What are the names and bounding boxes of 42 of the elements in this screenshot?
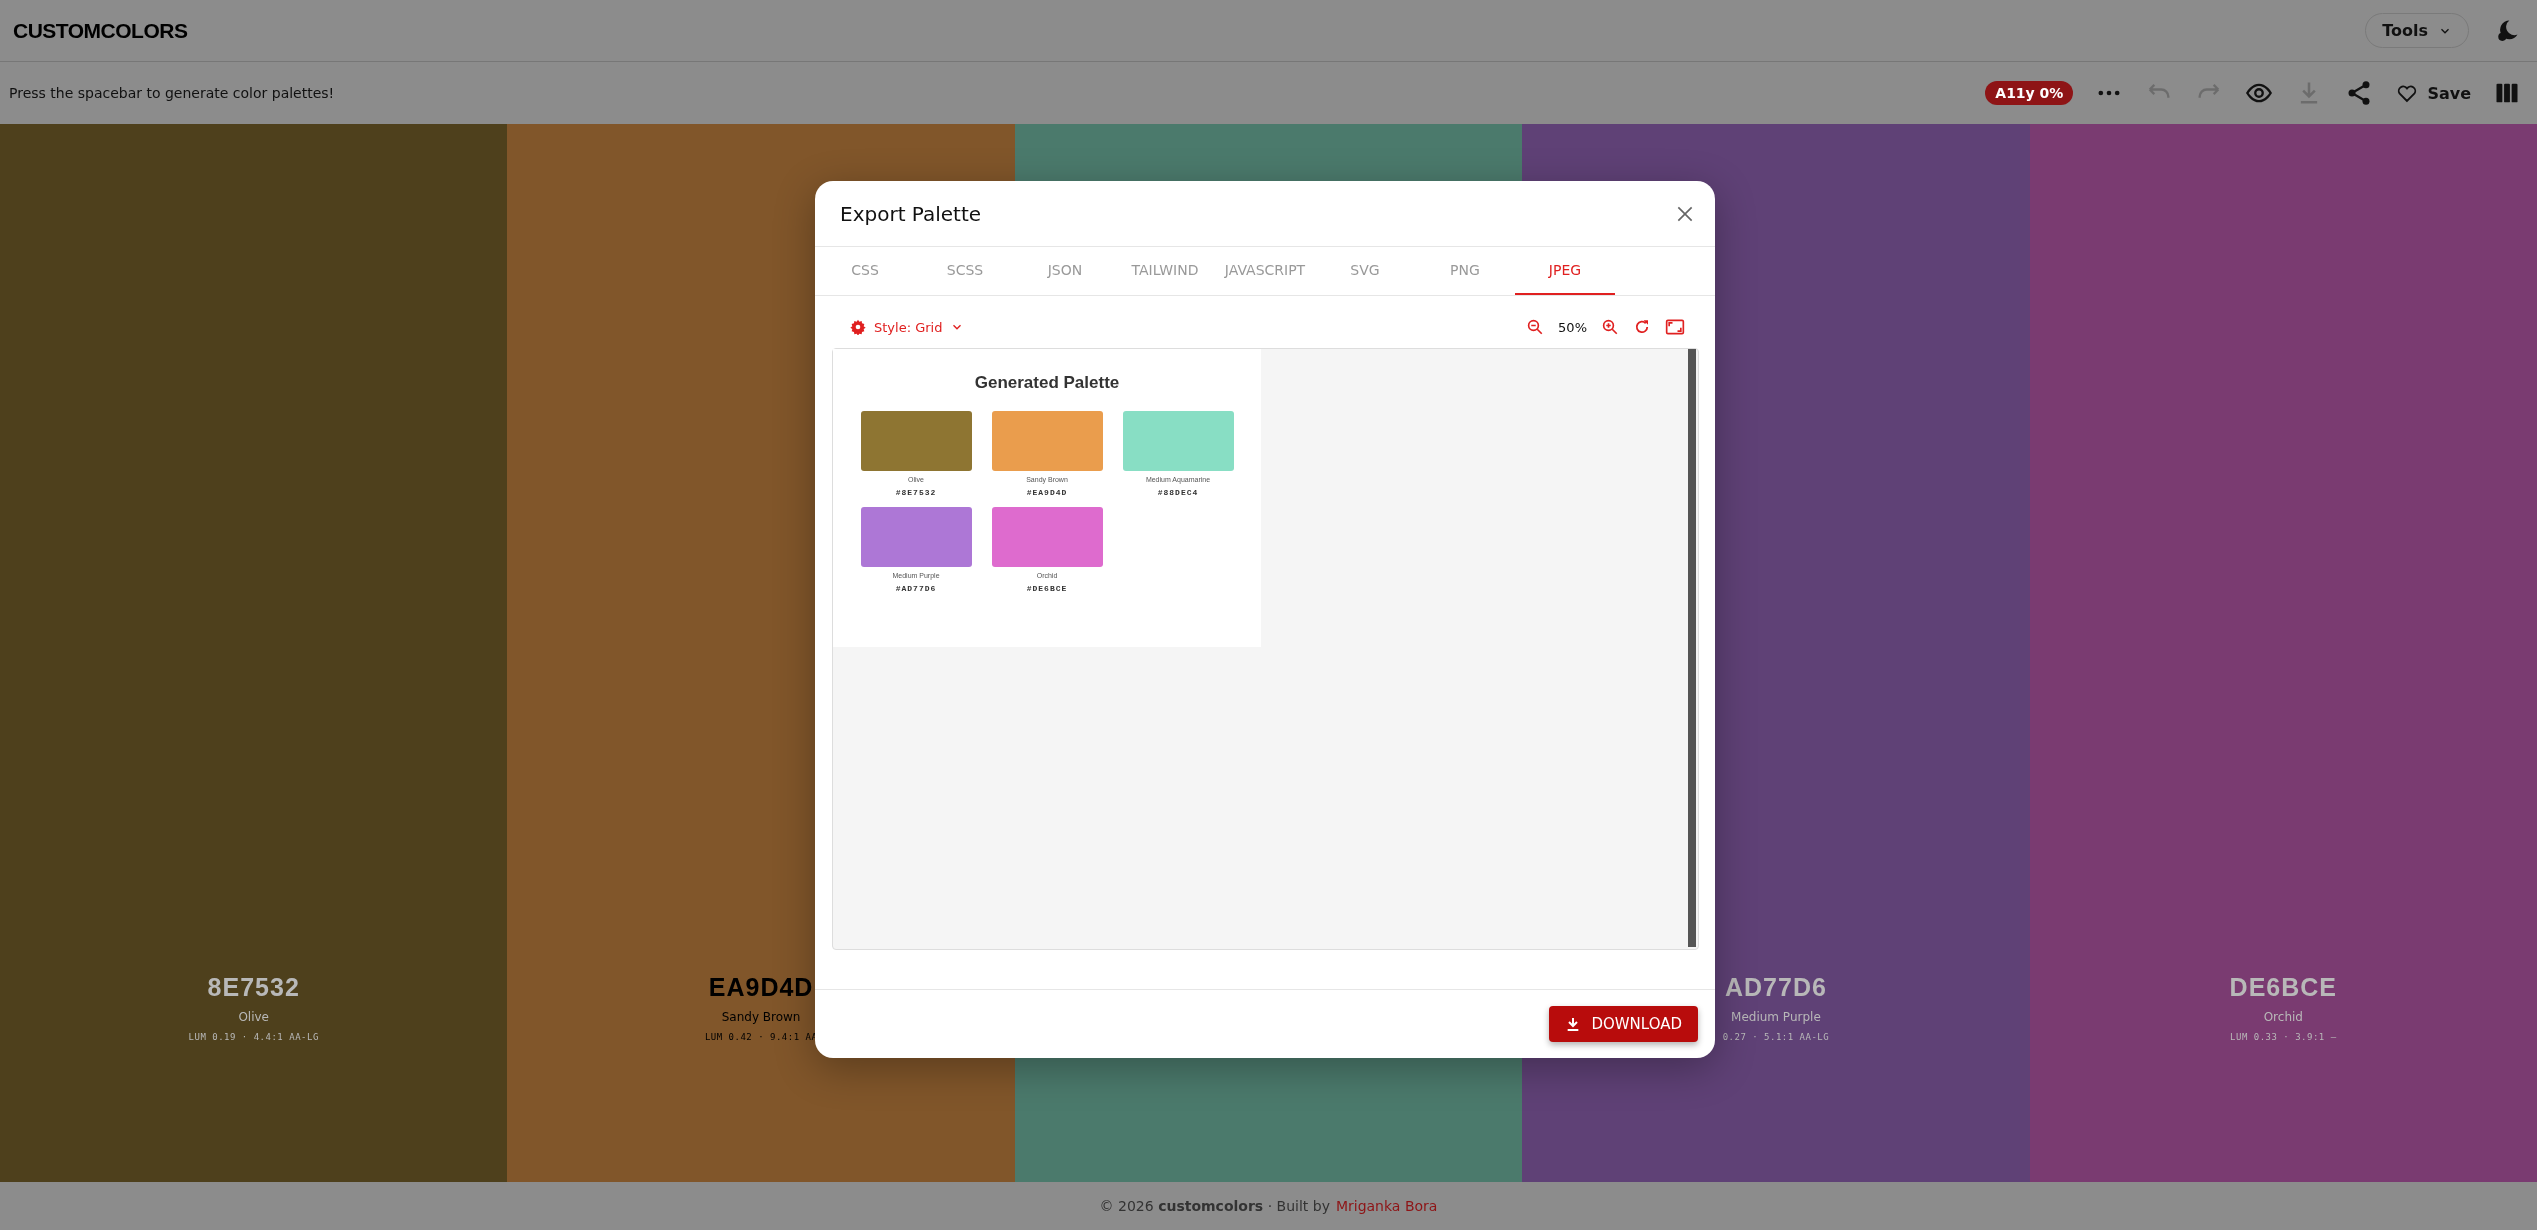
format-tab[interactable]: JAVASCRIPT bbox=[1215, 247, 1315, 295]
hex-code: DE6BCE bbox=[2229, 973, 2338, 1002]
hex-code: AD77D6 bbox=[1724, 973, 1827, 1002]
swatch-hex: #DE6BCE bbox=[1026, 584, 1068, 593]
color-column[interactable]: DE6BCE Orchid LUM 0.33 · 3.9:1 — bbox=[2029, 124, 2537, 1182]
swatch-hex: #AD77D6 bbox=[895, 584, 937, 593]
fit-screen-icon[interactable] bbox=[1665, 318, 1685, 336]
format-tab[interactable]: CSS bbox=[815, 247, 915, 295]
footer-text: © 2026 customcolors · Built by bbox=[1099, 1198, 1330, 1214]
scrollbar[interactable] bbox=[1688, 349, 1696, 947]
hex-code: 8E7532 bbox=[207, 973, 300, 1002]
format-tab[interactable]: SCSS bbox=[915, 247, 1015, 295]
hex-code: EA9D4D bbox=[708, 973, 814, 1002]
contrast-stats: 0.27 · 5.1:1 AA-LG bbox=[1722, 1032, 1830, 1042]
contrast-stats: LUM 0.19 · 4.4:1 AA-LG bbox=[188, 1032, 319, 1042]
format-tab[interactable]: JSON bbox=[1015, 247, 1115, 295]
save-button[interactable]: Save bbox=[2395, 81, 2471, 105]
author-link[interactable]: Mriganka Bora bbox=[1335, 1198, 1438, 1214]
swatch-hex: #88DEC4 bbox=[1157, 488, 1199, 497]
accessibility-badge[interactable]: A11y 0% bbox=[1985, 81, 2074, 105]
format-tab[interactable]: JPEG bbox=[1515, 247, 1615, 295]
contrast-stats: LUM 0.33 · 3.9:1 — bbox=[2230, 1032, 2337, 1042]
zoom-out-icon[interactable] bbox=[1526, 318, 1545, 336]
logo[interactable]: CUSTOMCOLORS bbox=[13, 18, 188, 43]
swatch-hex: #EA9D4D bbox=[1026, 488, 1068, 497]
format-tab[interactable]: SVG bbox=[1315, 247, 1415, 295]
color-name: Medium Purple bbox=[1731, 1010, 1821, 1024]
zoom-level: 50% bbox=[1558, 319, 1587, 335]
zoom-in-icon[interactable] bbox=[1601, 318, 1619, 336]
color-name: Olive bbox=[238, 1010, 269, 1024]
download-button[interactable]: DOWNLOAD bbox=[1549, 1006, 1698, 1042]
color-name: Sandy Brown bbox=[721, 1010, 801, 1024]
format-tab[interactable]: TAILWIND bbox=[1115, 247, 1215, 295]
color-name: Orchid bbox=[2263, 1010, 2303, 1024]
format-tab[interactable]: PNG bbox=[1415, 247, 1515, 295]
refresh-icon[interactable] bbox=[1633, 318, 1651, 336]
hint-text: Press the spacebar to generate color palettes! bbox=[9, 85, 335, 101]
color-column[interactable]: 8E7532 Olive LUM 0.19 · 4.4:1 AA-LG bbox=[0, 124, 508, 1182]
style-dropdown[interactable]: Style: Grid bbox=[850, 319, 965, 335]
swatch-hex: #8E7532 bbox=[895, 488, 937, 497]
dialog-title: Export Palette bbox=[840, 201, 982, 226]
gear-icon bbox=[850, 319, 866, 335]
